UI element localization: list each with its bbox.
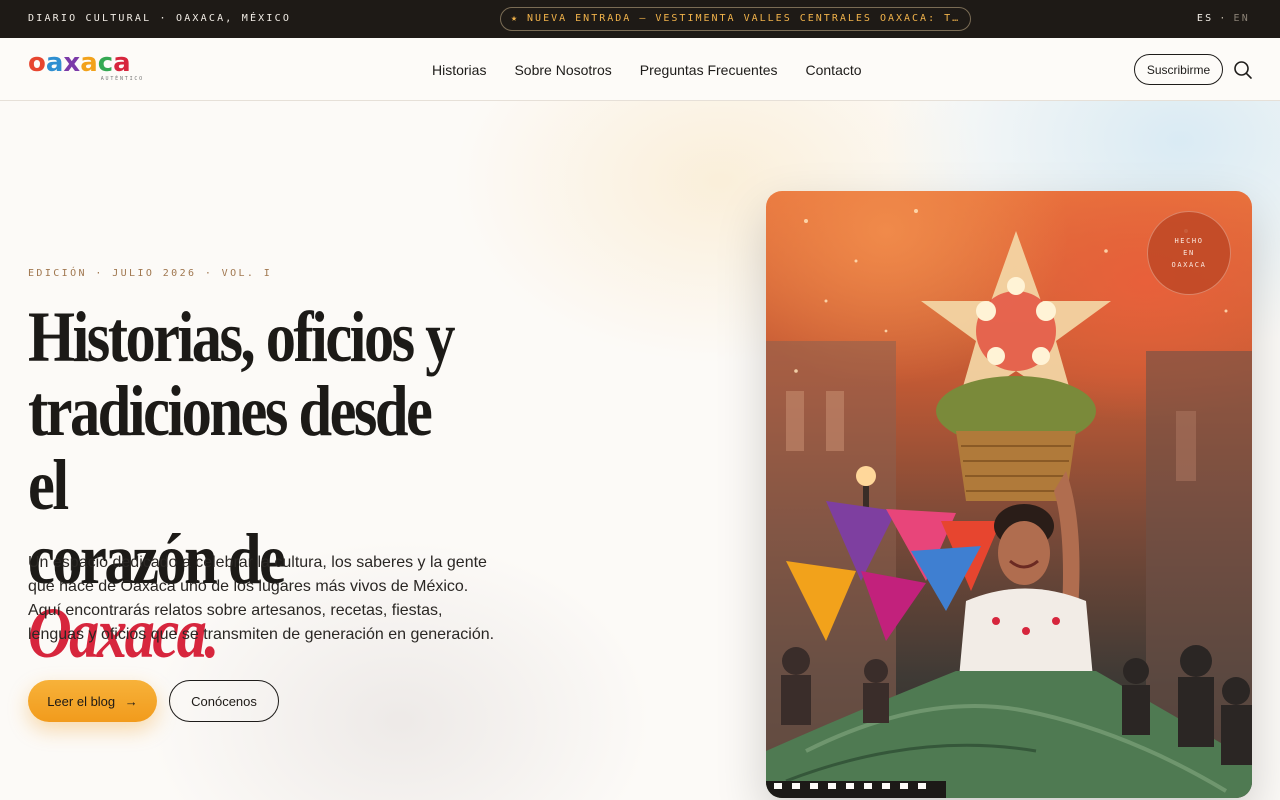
logo-letter: a (113, 48, 131, 78)
language-switcher: ES · EN (1197, 13, 1250, 24)
search-button[interactable] (1232, 59, 1254, 81)
lang-en[interactable]: EN (1234, 13, 1250, 24)
new-entry-announcement[interactable]: ★ NUEVA ENTRADA — VESTIMENTA VALLES CENT… (500, 7, 971, 31)
logo-letter: a (80, 48, 98, 78)
logo-letter: x (63, 48, 80, 78)
nav-item-preguntas-frecuentes[interactable]: Preguntas Frecuentes (640, 62, 778, 78)
arrow-right-icon: → (124, 693, 138, 709)
read-blog-label: Leer el blog (47, 693, 116, 709)
hero-lead: Un espacio dedicado a celebrar la cultur… (28, 554, 495, 643)
read-blog-button[interactable]: Leer el blog → (28, 680, 157, 722)
search-icon (1234, 61, 1252, 79)
logo-letter: c (97, 48, 113, 78)
headline-line-1: Historias, oficios y (28, 297, 456, 377)
logo-wordmark: o a x a c a (28, 48, 148, 78)
nav-item-contacto[interactable]: Contacto (806, 62, 862, 78)
made-in-oaxaca-badge: HECHO EN OAXACA (1147, 211, 1231, 295)
about-us-button[interactable]: Conócenos (169, 680, 279, 722)
subscribe-button[interactable]: Suscribirme (1134, 54, 1223, 85)
lang-es[interactable]: ES (1197, 13, 1213, 24)
nav-menu: Historias Sobre Nosotros Preguntas Frecu… (432, 38, 862, 101)
logo-letter: o (28, 48, 46, 78)
headline-line-2: tradiciones desde el (28, 371, 433, 525)
logo-letter: a (45, 48, 64, 78)
nav-item-sobre-nosotros[interactable]: Sobre Nosotros (514, 62, 611, 78)
edition-label: EDICIÓN · JULIO 2026 · VOL. I (28, 268, 273, 279)
main-navigation: o a x a c a AUTÉNTICO Historias Sobre No… (0, 38, 1280, 101)
badge-line-3: OAXACA (1171, 261, 1207, 269)
nav-item-historias[interactable]: Historias (432, 62, 486, 78)
lang-separator: · (1219, 13, 1228, 24)
site-tagline: DIARIO CULTURAL · OAXACA, MÉXICO (28, 13, 292, 24)
site-logo[interactable]: o a x a c a AUTÉNTICO (28, 48, 148, 87)
badge-line-1: HECHO (1174, 237, 1204, 245)
announcement-bar: DIARIO CULTURAL · OAXACA, MÉXICO ★ NUEVA… (0, 0, 1280, 38)
badge-line-2: EN (1183, 249, 1195, 257)
